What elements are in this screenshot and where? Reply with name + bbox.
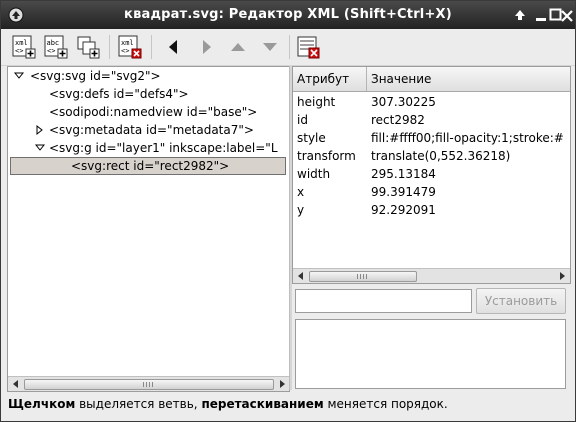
svg-text:xml: xml <box>121 39 134 47</box>
indent-node-button[interactable] <box>193 34 219 60</box>
raise-node-button[interactable] <box>225 34 251 60</box>
scroll-left-icon[interactable] <box>10 378 22 390</box>
status-text: выделяется ветвь, <box>75 397 202 411</box>
arrow-up-icon <box>231 43 245 51</box>
window-title: квадрат.svg: Редактор XML (Shift+Ctrl+X) <box>124 7 452 22</box>
tree-node-label: <svg:metadata id="metadata7"> <box>49 123 254 137</box>
toolbar-separator <box>151 35 152 59</box>
status-text: меняется порядок. <box>323 397 448 411</box>
svg-text:xml: xml <box>15 39 28 47</box>
toolbar-separator <box>109 35 110 59</box>
toolbar: xml <> abc <> xml <> <box>1 29 575 66</box>
scrollbar-thumb[interactable] <box>309 271 417 282</box>
text-new-node-icon: abc <> <box>44 35 68 59</box>
set-attribute-button[interactable]: Установить <box>476 288 566 314</box>
close-icon[interactable] <box>561 7 573 23</box>
title-bar[interactable]: квадрат.svg: Редактор XML (Shift+Ctrl+X) <box>1 1 575 29</box>
minimize-icon[interactable] <box>533 7 549 23</box>
expander-collapsed-icon[interactable] <box>34 121 46 139</box>
tree-node-label: <svg:defs id="defs4"> <box>49 87 189 101</box>
attribute-name: width <box>297 167 331 181</box>
tree-node[interactable]: <svg:g id="layer1" inkscape:label="L <box>8 139 289 157</box>
new-element-node-button[interactable]: xml <> <box>11 34 37 60</box>
attribute-row[interactable]: transform translate(0,552.36218) <box>293 147 570 165</box>
arrow-left-icon <box>169 40 177 54</box>
attribute-value: 92.292091 <box>371 203 436 217</box>
duplicate-node-icon <box>77 36 100 59</box>
arrow-down-icon <box>263 43 277 51</box>
tree-node[interactable]: <svg:metadata id="metadata7"> <box>8 121 278 139</box>
tree-node[interactable]: <sodipodi:namedview id="base"> <box>8 103 278 121</box>
attribute-name-input[interactable] <box>295 289 472 313</box>
tree-node-selected[interactable]: <svg:rect id="rect2982"> <box>10 157 286 175</box>
expander-expanded-icon[interactable] <box>34 139 46 157</box>
attribute-row[interactable]: y 92.292091 <box>293 201 570 219</box>
status-text-click: Щелчком <box>8 397 76 411</box>
xml-editor-window: квадрат.svg: Редактор XML (Shift+Ctrl+X)… <box>0 0 576 422</box>
tree-node-label: <svg:svg id="svg2"> <box>30 69 161 83</box>
attribute-row[interactable]: width 295.13184 <box>293 165 570 183</box>
tree-node[interactable]: <svg:svg id="svg2"> <box>8 67 278 85</box>
tree-horizontal-scrollbar[interactable] <box>8 376 289 391</box>
toolbar-separator <box>289 35 290 59</box>
attribute-name: height <box>297 95 336 109</box>
attribute-value: 99.391479 <box>371 185 436 199</box>
xml-node-tree[interactable]: <svg:svg id="svg2"> <svg:defs id="defs4"… <box>8 67 289 377</box>
attribute-row[interactable]: height 307.30225 <box>293 93 570 111</box>
svg-text:<>: <> <box>47 47 55 55</box>
duplicate-node-button[interactable] <box>75 34 101 60</box>
expander-expanded-icon[interactable] <box>13 67 25 85</box>
attribute-value-textarea[interactable] <box>295 319 566 389</box>
attributes-table-header: Атрибут Значение <box>293 67 570 92</box>
attribute-name: transform <box>297 149 356 163</box>
tree-node-label: <svg:rect id="rect2982"> <box>71 159 230 173</box>
attribute-value: rect2982 <box>371 113 425 127</box>
attribute-name: x <box>297 185 305 199</box>
scroll-left-icon[interactable] <box>295 270 307 283</box>
column-header-attribute[interactable]: Атрибут <box>293 67 367 91</box>
lower-node-button[interactable] <box>257 34 283 60</box>
tree-node-label: <sodipodi:namedview id="base"> <box>49 105 258 119</box>
up-arrow-icon[interactable] <box>512 7 528 23</box>
attributes-panel: Атрибут Значение height 307.30225 id rect2… <box>292 66 571 284</box>
attribute-name: id <box>297 113 308 127</box>
xml-node-tree-panel: <svg:svg id="svg2"> <svg:defs id="defs4"… <box>7 66 290 392</box>
attributes-horizontal-scrollbar[interactable] <box>293 268 570 283</box>
xml-new-node-icon: xml <> <box>12 35 36 59</box>
attribute-row[interactable]: style fill:#ffff00;fill-opacity:1;stroke:… <box>293 129 570 147</box>
attribute-value: 307.30225 <box>371 95 436 109</box>
svg-text:<>: <> <box>15 47 23 55</box>
scrollbar-thumb[interactable] <box>24 379 274 390</box>
column-header-value[interactable]: Значение <box>367 67 431 91</box>
status-text-drag: перетаскиванием <box>201 397 324 411</box>
tree-node-label: <svg:g id="layer1" inkscape:label="L <box>49 141 278 155</box>
attribute-value: translate(0,552.36218) <box>371 149 511 163</box>
attribute-name: style <box>297 131 326 145</box>
xml-delete-node-icon: xml <> <box>118 35 142 59</box>
attribute-row[interactable]: x 99.391479 <box>293 183 570 201</box>
status-bar: Щелчком выделяется ветвь, перетаскивание… <box>8 394 568 414</box>
delete-node-button[interactable]: xml <> <box>117 34 143 60</box>
new-text-node-button[interactable]: abc <> <box>43 34 69 60</box>
scroll-right-icon[interactable] <box>276 378 288 390</box>
attribute-name: y <box>297 203 305 217</box>
unindent-node-button[interactable] <box>161 34 187 60</box>
svg-text:abc: abc <box>47 39 60 47</box>
attribute-value: fill:#ffff00;fill-opacity:1;stroke:# <box>371 131 564 145</box>
tree-node[interactable]: <svg:defs id="defs4"> <box>8 85 278 103</box>
scroll-right-icon[interactable] <box>556 270 568 283</box>
svg-text:<>: <> <box>121 47 129 55</box>
attribute-row[interactable]: id rect2982 <box>293 111 570 129</box>
arrow-right-icon <box>203 40 211 54</box>
delete-attribute-button[interactable] <box>295 34 321 60</box>
delete-attribute-icon <box>297 36 320 59</box>
attribute-value: 295.13184 <box>371 167 436 181</box>
